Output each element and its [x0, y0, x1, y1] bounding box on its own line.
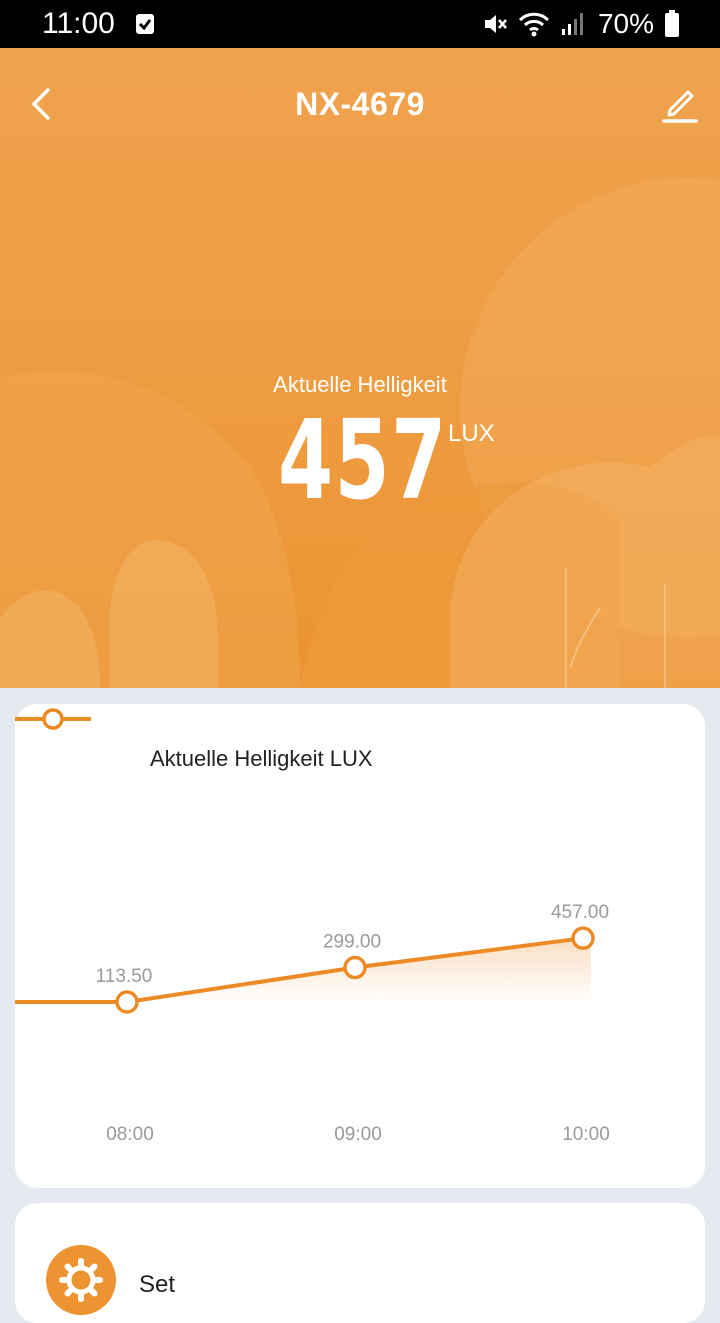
- data-label: 299.00: [323, 932, 381, 953]
- landscape-illustration: [0, 178, 720, 688]
- checkbox-notification-icon: [135, 13, 155, 40]
- data-point[interactable]: [343, 955, 367, 980]
- gear-icon: [59, 1258, 103, 1302]
- data-label: 113.50: [96, 966, 153, 987]
- settings-icon-bg: [46, 1245, 116, 1315]
- data-label: 457.00: [551, 902, 609, 923]
- data-point[interactable]: [115, 990, 139, 1014]
- battery-icon: [665, 10, 679, 37]
- status-time: 11:00: [42, 7, 115, 40]
- pencil-icon: [662, 90, 698, 123]
- mute-icon: [484, 15, 507, 33]
- wifi-icon: [518, 12, 550, 37]
- reading-value: 457: [278, 396, 448, 524]
- settings-card[interactable]: Set: [15, 1203, 705, 1323]
- settings-label: Set: [139, 1271, 176, 1298]
- reading-label: Aktuelle Helligkeit: [273, 372, 447, 397]
- page-title: NX-4679: [295, 86, 425, 122]
- hero-panel: NX-4679 Aktuelle Helligkeit 457 LUX: [0, 48, 720, 688]
- line-chart: 113.50 08:00 299.00 09:00 457.00 10:00: [15, 902, 610, 1145]
- status-bar: 11:00 70%: [0, 0, 720, 48]
- signal-icon: [561, 13, 583, 35]
- x-tick-label: 08:00: [106, 1124, 154, 1145]
- status-indicators: 70%: [472, 8, 680, 40]
- chart-card: Aktuelle Helligkeit LUX 113.50 08:00 299.0…: [15, 704, 705, 1188]
- x-tick-label: 09:00: [334, 1124, 382, 1145]
- edit-button[interactable]: [660, 82, 700, 126]
- x-tick-label: 10:00: [562, 1124, 610, 1145]
- battery-percent: 70%: [597, 8, 654, 39]
- reading-unit: LUX: [448, 420, 495, 447]
- data-point[interactable]: [571, 926, 595, 950]
